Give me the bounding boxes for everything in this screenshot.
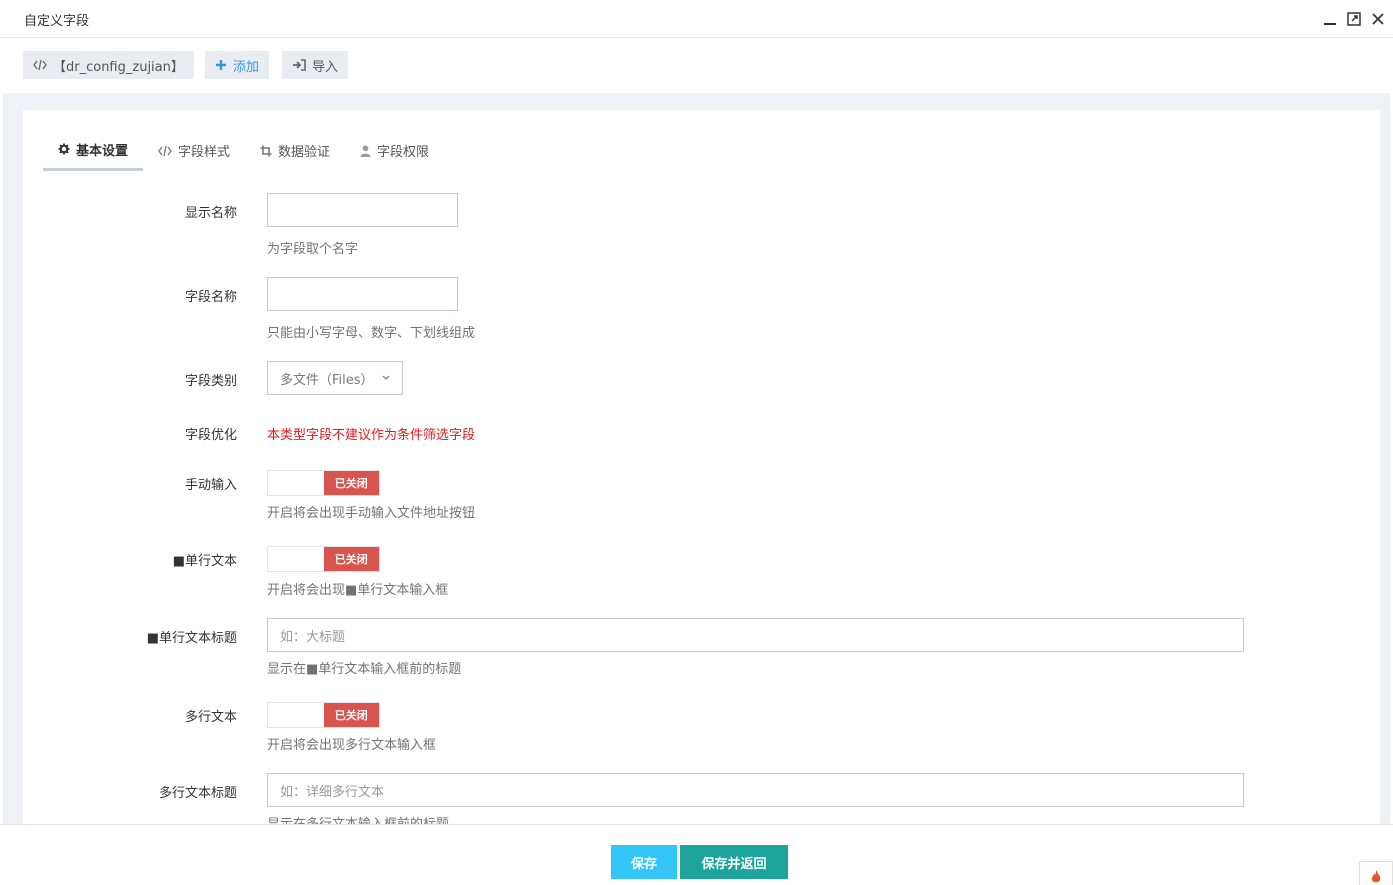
add-button[interactable]: 添加 (205, 51, 270, 79)
manual-input-switch[interactable]: 已关闭 (267, 470, 380, 496)
tab-bar: 基本设置 字段样式 数据验证 字段权限 (43, 130, 444, 171)
window-title: 自定义字段 (24, 14, 90, 29)
window-titlebar: 自定义字段 (0, 0, 1393, 38)
chevron-down-icon (382, 375, 389, 380)
tab-basic-settings[interactable]: 基本设置 (43, 130, 144, 171)
form-card: 基本设置 字段样式 数据验证 字段权限 显示名称 为字段取个名字 字段名称 只能… (23, 110, 1380, 824)
flame-icon (1371, 870, 1381, 883)
multi-text-help: 开启将会出现多行文本输入框 (267, 738, 437, 753)
switch-state: 已关闭 (323, 703, 379, 727)
import-label: 导入 (312, 59, 339, 75)
field-type-select[interactable]: 多文件（Files） (267, 361, 403, 395)
tab-field-permissions-label: 字段权限 (377, 145, 430, 160)
switch-knob (268, 471, 324, 495)
config-code-button[interactable]: 【dr_config_zujian】 (23, 51, 194, 79)
multi-text-label: 多行文本 (184, 710, 237, 725)
switch-knob (268, 703, 324, 727)
field-optimize-warning: 本类型字段不建议作为条件筛选字段 (267, 428, 476, 443)
maximize-icon (1347, 12, 1361, 26)
tab-data-validation[interactable]: 数据验证 (245, 130, 345, 171)
user-icon (360, 145, 371, 157)
tab-field-style[interactable]: 字段样式 (143, 130, 245, 171)
single-text-help: 开启将会出现■单行文本输入框 (267, 583, 449, 598)
plus-icon (216, 60, 226, 70)
close-button[interactable] (1369, 9, 1387, 29)
tab-basic-settings-label: 基本设置 (76, 143, 129, 159)
multi-text-switch[interactable]: 已关闭 (267, 702, 380, 728)
single-text-title-label: ■单行文本标题 (146, 631, 237, 646)
field-name-help: 只能由小写字母、数字、下划线组成 (267, 326, 476, 341)
field-name-input[interactable] (267, 277, 458, 311)
single-text-switch[interactable]: 已关闭 (267, 546, 380, 572)
field-type-selected: 多文件（Files） (280, 372, 374, 388)
save-button[interactable]: 保存 (611, 845, 677, 879)
multi-text-title-placeholder: 如：详细多行文本 (280, 784, 385, 800)
crop-icon (260, 145, 272, 156)
close-icon (1372, 13, 1384, 25)
footer-bar: 保存 保存并返回 (0, 824, 1393, 885)
maximize-button[interactable] (1345, 9, 1363, 29)
code-icon (158, 145, 172, 156)
tab-data-validation-label: 数据验证 (278, 145, 331, 160)
multi-text-title-label: 多行文本标题 (158, 786, 237, 801)
display-name-input[interactable] (267, 193, 458, 227)
corner-logo (1359, 861, 1393, 885)
tab-field-style-label: 字段样式 (178, 145, 231, 160)
manual-input-label: 手动输入 (184, 478, 237, 493)
switch-knob (268, 547, 324, 571)
code-icon (33, 59, 47, 71)
toolbar: 【dr_config_zujian】 添加 导入 (3, 38, 1390, 93)
import-button[interactable]: 导入 (282, 51, 349, 79)
gear-icon (58, 143, 70, 155)
field-optimize-label: 字段优化 (184, 428, 237, 443)
field-name-label: 字段名称 (184, 290, 237, 305)
single-text-title-placeholder: 如：大标题 (280, 629, 346, 645)
add-label: 添加 (233, 59, 260, 75)
single-text-label: ■单行文本 (172, 554, 237, 569)
tab-field-permissions[interactable]: 字段权限 (345, 130, 444, 171)
display-name-label: 显示名称 (184, 206, 237, 221)
content-frame: 【dr_config_zujian】 添加 导入 基本设置 字段样式 数据验证 (3, 38, 1390, 824)
multi-text-title-help: 显示在多行文本输入框前的标题 (267, 813, 449, 824)
minimize-icon (1324, 23, 1336, 25)
switch-state: 已关闭 (323, 471, 379, 495)
window-controls (1321, 9, 1387, 29)
minimize-button[interactable] (1321, 9, 1339, 29)
single-text-title-help: 显示在■单行文本输入框前的标题 (267, 662, 462, 677)
field-type-label: 字段类别 (184, 374, 237, 389)
single-text-title-input[interactable]: 如：大标题 (267, 618, 1244, 652)
switch-state: 已关闭 (323, 547, 379, 571)
save-and-return-button[interactable]: 保存并返回 (680, 845, 788, 879)
sign-in-icon (293, 59, 306, 71)
multi-text-title-input[interactable]: 如：详细多行文本 (267, 773, 1244, 807)
config-code-label: 【dr_config_zujian】 (53, 59, 184, 75)
display-name-help: 为字段取个名字 (267, 242, 359, 257)
manual-input-help: 开启将会出现手动输入文件地址按钮 (267, 506, 476, 521)
